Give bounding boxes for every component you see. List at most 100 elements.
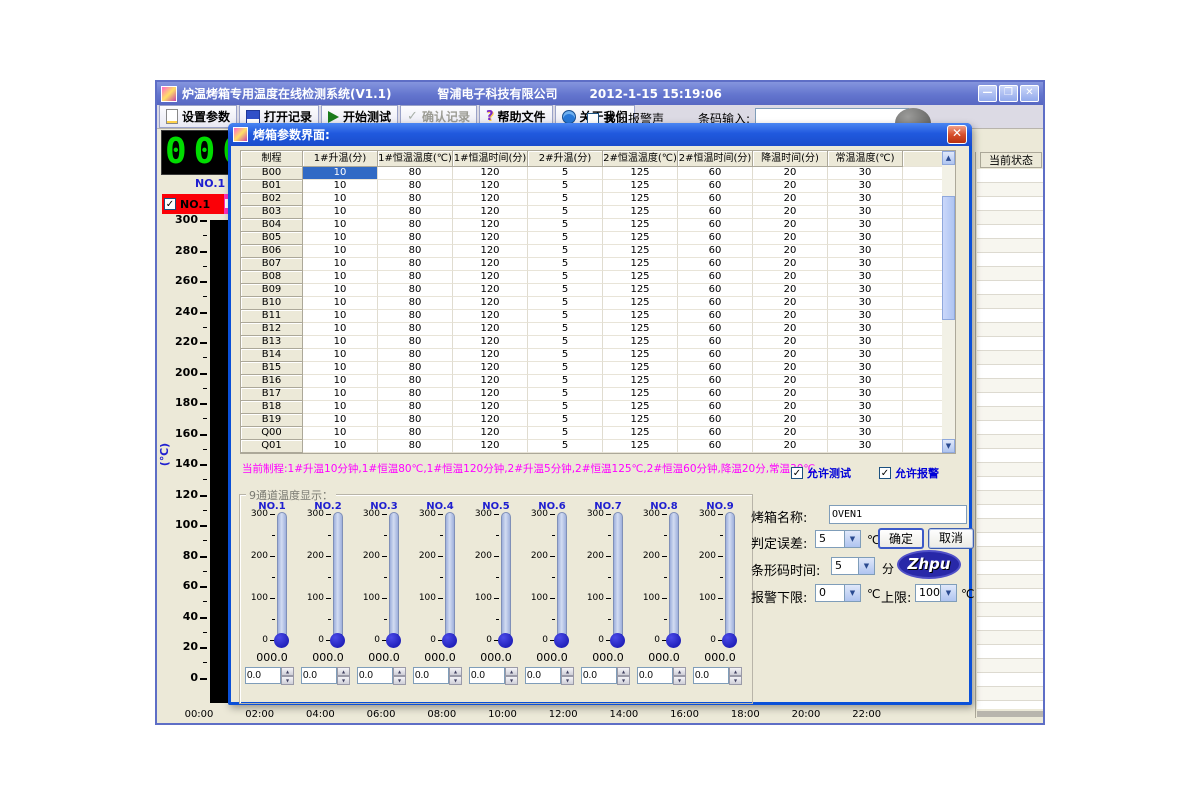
table-cell[interactable]: 10 <box>303 323 378 336</box>
maximize-icon[interactable]: ❒ <box>999 85 1018 102</box>
table-cell[interactable]: 80 <box>378 388 453 401</box>
spin-down-icon[interactable]: ▼ <box>617 676 630 685</box>
table-row[interactable]: B0610801205125602030 <box>241 245 955 258</box>
table-cell[interactable]: 120 <box>453 206 528 219</box>
dialog-close-icon[interactable]: ✕ <box>947 125 967 144</box>
table-cell[interactable]: 10 <box>303 414 378 427</box>
main-titlebar[interactable]: 炉温烤箱专用温度在线检测系统(V1.1) 智浦电子科技有限公司 2012-1-1… <box>157 82 1043 105</box>
table-cell[interactable]: 10 <box>303 388 378 401</box>
table-cell[interactable]: 30 <box>828 414 903 427</box>
table-cell[interactable]: 120 <box>453 427 528 440</box>
table-cell[interactable]: 10 <box>303 440 378 453</box>
table-cell[interactable]: 80 <box>378 232 453 245</box>
table-cell[interactable]: 30 <box>828 232 903 245</box>
table-cell[interactable]: 60 <box>678 232 753 245</box>
table-cell[interactable]: 80 <box>378 258 453 271</box>
table-cell[interactable]: 80 <box>378 336 453 349</box>
spin-up-icon[interactable]: ▲ <box>673 667 686 676</box>
table-cell[interactable]: 60 <box>678 284 753 297</box>
table-cell[interactable]: 30 <box>828 427 903 440</box>
table-cell[interactable]: 80 <box>378 219 453 232</box>
table-cell[interactable]: 120 <box>453 245 528 258</box>
spin-down-icon[interactable]: ▼ <box>505 676 518 685</box>
spin-up-icon[interactable]: ▲ <box>561 667 574 676</box>
spinner-buttons[interactable]: ▲▼ <box>729 667 742 684</box>
dialog-titlebar[interactable]: 烤箱参数界面: ✕ <box>228 123 972 146</box>
table-cell[interactable]: 120 <box>453 232 528 245</box>
table-cell[interactable]: 120 <box>453 284 528 297</box>
table-cell[interactable]: 125 <box>603 375 678 388</box>
table-cell[interactable]: 30 <box>828 193 903 206</box>
table-cell[interactable]: 120 <box>453 323 528 336</box>
table-cell[interactable]: 80 <box>378 193 453 206</box>
table-cell[interactable]: 5 <box>528 232 603 245</box>
channel-input[interactable] <box>413 667 449 684</box>
channel-input[interactable] <box>301 667 337 684</box>
cancel-button[interactable]: 取消 <box>928 528 974 549</box>
table-cell[interactable]: 20 <box>753 206 828 219</box>
channel-input[interactable] <box>525 667 561 684</box>
table-cell[interactable]: 30 <box>828 284 903 297</box>
table-cell[interactable]: 120 <box>453 193 528 206</box>
allow-alarm-checkbox[interactable]: ✓ 允许报警 <box>879 465 939 481</box>
column-header[interactable]: 常温温度(℃) <box>828 151 903 167</box>
table-row[interactable]: Q0010801205125602030 <box>241 427 955 440</box>
table-cell[interactable]: 80 <box>378 440 453 453</box>
table-cell[interactable]: 80 <box>378 323 453 336</box>
table-cell[interactable]: 5 <box>528 219 603 232</box>
channel-input[interactable] <box>469 667 505 684</box>
table-cell[interactable]: 10 <box>303 349 378 362</box>
table-cell[interactable]: 10 <box>303 167 378 180</box>
table-cell[interactable]: 60 <box>678 414 753 427</box>
table-cell[interactable]: 125 <box>603 427 678 440</box>
table-cell[interactable]: 5 <box>528 323 603 336</box>
table-row[interactable]: B1010801205125602030 <box>241 297 955 310</box>
table-row[interactable]: B1310801205125602030 <box>241 336 955 349</box>
table-cell[interactable]: 5 <box>528 427 603 440</box>
table-cell[interactable]: 60 <box>678 258 753 271</box>
table-cell[interactable]: 60 <box>678 271 753 284</box>
table-cell[interactable]: 5 <box>528 258 603 271</box>
table-cell[interactable]: 10 <box>303 193 378 206</box>
spin-down-icon[interactable]: ▼ <box>729 676 742 685</box>
table-cell[interactable]: 60 <box>678 193 753 206</box>
spin-down-icon[interactable]: ▼ <box>337 676 350 685</box>
table-row[interactable]: Q0110801205125602030 <box>241 440 955 453</box>
table-cell[interactable]: 5 <box>528 297 603 310</box>
table-cell[interactable]: 125 <box>603 336 678 349</box>
table-cell[interactable]: 5 <box>528 193 603 206</box>
table-cell[interactable]: 120 <box>453 167 528 180</box>
table-cell[interactable]: 80 <box>378 206 453 219</box>
table-cell[interactable]: 80 <box>378 349 453 362</box>
scroll-down-icon[interactable]: ▼ <box>942 439 955 453</box>
table-cell[interactable]: 5 <box>528 206 603 219</box>
table-cell[interactable]: 80 <box>378 167 453 180</box>
table-cell[interactable]: 30 <box>828 258 903 271</box>
table-cell[interactable]: 20 <box>753 297 828 310</box>
table-cell[interactable]: 20 <box>753 232 828 245</box>
table-cell[interactable]: 20 <box>753 310 828 323</box>
table-cell[interactable]: 20 <box>753 284 828 297</box>
table-cell[interactable]: 20 <box>753 323 828 336</box>
table-cell[interactable]: 20 <box>753 245 828 258</box>
table-cell[interactable]: 10 <box>303 206 378 219</box>
table-cell[interactable]: 120 <box>453 362 528 375</box>
table-cell[interactable]: 10 <box>303 219 378 232</box>
table-cell[interactable]: 10 <box>303 362 378 375</box>
table-cell[interactable]: 80 <box>378 284 453 297</box>
table-cell[interactable]: 20 <box>753 375 828 388</box>
table-cell[interactable]: 10 <box>303 310 378 323</box>
alarm-low-combo[interactable]: 0▼ <box>815 584 861 602</box>
table-cell[interactable]: 125 <box>603 271 678 284</box>
table-cell[interactable]: 80 <box>378 271 453 284</box>
table-cell[interactable]: 5 <box>528 245 603 258</box>
spin-up-icon[interactable]: ▲ <box>449 667 462 676</box>
channel-input[interactable] <box>581 667 617 684</box>
table-cell[interactable]: 120 <box>453 440 528 453</box>
table-cell[interactable]: 120 <box>453 388 528 401</box>
table-row[interactable]: B0210801205125602030 <box>241 193 955 206</box>
table-cell[interactable]: 5 <box>528 271 603 284</box>
table-cell[interactable]: 5 <box>528 440 603 453</box>
table-cell[interactable]: 5 <box>528 284 603 297</box>
tolerance-combo[interactable]: 5▼ <box>815 530 861 548</box>
